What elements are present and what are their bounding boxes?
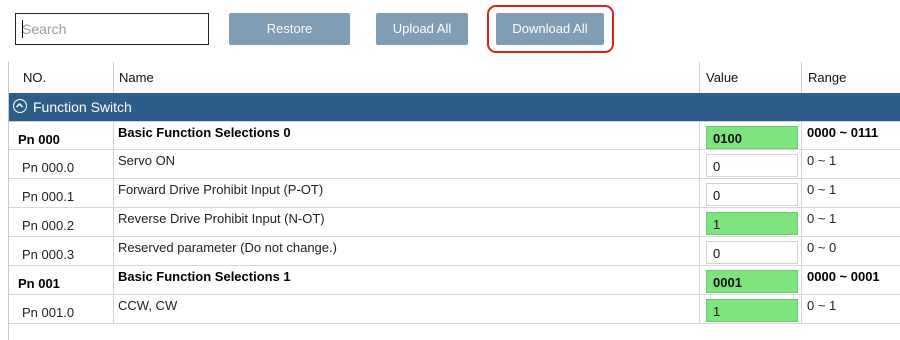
group-header-function-switch[interactable]: Function Switch [9, 93, 900, 121]
param-name: Basic Function Selections 1 [118, 269, 291, 284]
param-range: 0 ~ 1 [807, 298, 837, 313]
param-name: Reverse Drive Prohibit Input (N-OT) [118, 211, 325, 226]
param-range: 0000 ~ 0111 [807, 125, 879, 140]
param-range: 0 ~ 1 [807, 182, 837, 197]
restore-button[interactable]: Restore [229, 13, 350, 45]
header-divider[interactable] [801, 62, 802, 93]
param-value-field[interactable]: 1 [706, 299, 798, 322]
cell-divider [113, 237, 114, 265]
header-divider[interactable] [699, 62, 700, 93]
cell-divider [801, 179, 802, 207]
param-number: Pn 000 [18, 132, 60, 147]
param-range: 0000 ~ 0001 [807, 269, 880, 284]
param-name: Servo ON [118, 153, 176, 168]
cell-divider [113, 150, 114, 178]
cell-divider [801, 122, 802, 150]
cell-divider [699, 122, 700, 150]
cell-divider [699, 208, 700, 236]
cell-divider [113, 122, 114, 150]
collapse-up-icon[interactable] [13, 99, 27, 113]
param-number: Pn 000.2 [22, 218, 75, 233]
param-number: Pn 000.0 [22, 160, 75, 175]
cell-divider [113, 266, 114, 294]
param-number: Pn 001.0 [22, 305, 75, 320]
header-range[interactable]: Range [808, 62, 846, 93]
table-row[interactable]: Pn 000.0 Servo ON 0 0 ~ 1 [9, 150, 900, 179]
header-divider[interactable] [113, 62, 114, 93]
param-value-field[interactable]: 0 [706, 183, 798, 206]
table-row[interactable]: Pn 000 Basic Function Selections 0 0100 000… [9, 121, 900, 150]
header-name[interactable]: Name [119, 62, 154, 93]
parameter-grid: NO. Name Value Range Function Switch Pn … [8, 62, 900, 340]
param-value-field[interactable]: 0001 [706, 270, 798, 293]
param-value-field[interactable]: 1 [706, 212, 798, 235]
header-no[interactable]: NO. [23, 62, 46, 93]
param-name: Reserved parameter (Do not change.) [118, 240, 337, 255]
table-row[interactable]: Pn 001 Basic Function Selections 1 0001 000… [9, 266, 900, 295]
text-caret [22, 20, 23, 38]
cell-divider [801, 295, 802, 323]
header-value[interactable]: Value [706, 62, 738, 93]
param-value-field[interactable]: 0 [706, 241, 798, 264]
table-row[interactable]: Pn 001.0 CCW, CW 1 0 ~ 1 [9, 295, 900, 324]
param-name: CCW, CW [118, 298, 178, 313]
table-row[interactable]: Pn 000.2 Reverse Drive Prohibit Input (N-… [9, 208, 900, 237]
cell-divider [699, 179, 700, 207]
upload-all-button[interactable]: Upload All [376, 13, 468, 45]
download-all-button[interactable]: Download All [496, 13, 604, 45]
cell-divider [113, 179, 114, 207]
table-header: NO. Name Value Range [9, 62, 900, 94]
param-number: Pn 000.1 [22, 189, 75, 204]
group-label: Function Switch [33, 99, 132, 115]
param-value-field[interactable]: 0100 [706, 126, 798, 149]
toolbar: Restore Upload All Download All [0, 0, 900, 60]
table-row[interactable]: Pn 000.1 Forward Drive Prohibit Input (P-… [9, 179, 900, 208]
param-value-field[interactable]: 0 [706, 154, 798, 177]
cell-divider [801, 208, 802, 236]
cell-divider [113, 208, 114, 236]
cell-divider [113, 295, 114, 323]
cell-divider [699, 295, 700, 323]
param-number: Pn 001 [18, 276, 60, 291]
search-input[interactable] [15, 13, 209, 45]
param-number: Pn 000.3 [22, 247, 75, 262]
cell-divider [699, 237, 700, 265]
table-row[interactable]: Pn 000.3 Reserved parameter (Do not chang… [9, 237, 900, 266]
param-range: 0 ~ 1 [807, 153, 837, 168]
param-name: Basic Function Selections 0 [118, 125, 291, 140]
cell-divider [699, 266, 700, 294]
cell-divider [699, 150, 700, 178]
cell-divider [801, 266, 802, 294]
cell-divider [801, 237, 802, 265]
param-range: 0 ~ 1 [807, 211, 837, 226]
cell-divider [801, 150, 802, 178]
param-name: Forward Drive Prohibit Input (P-OT) [118, 182, 324, 197]
param-range: 0 ~ 0 [807, 240, 837, 255]
